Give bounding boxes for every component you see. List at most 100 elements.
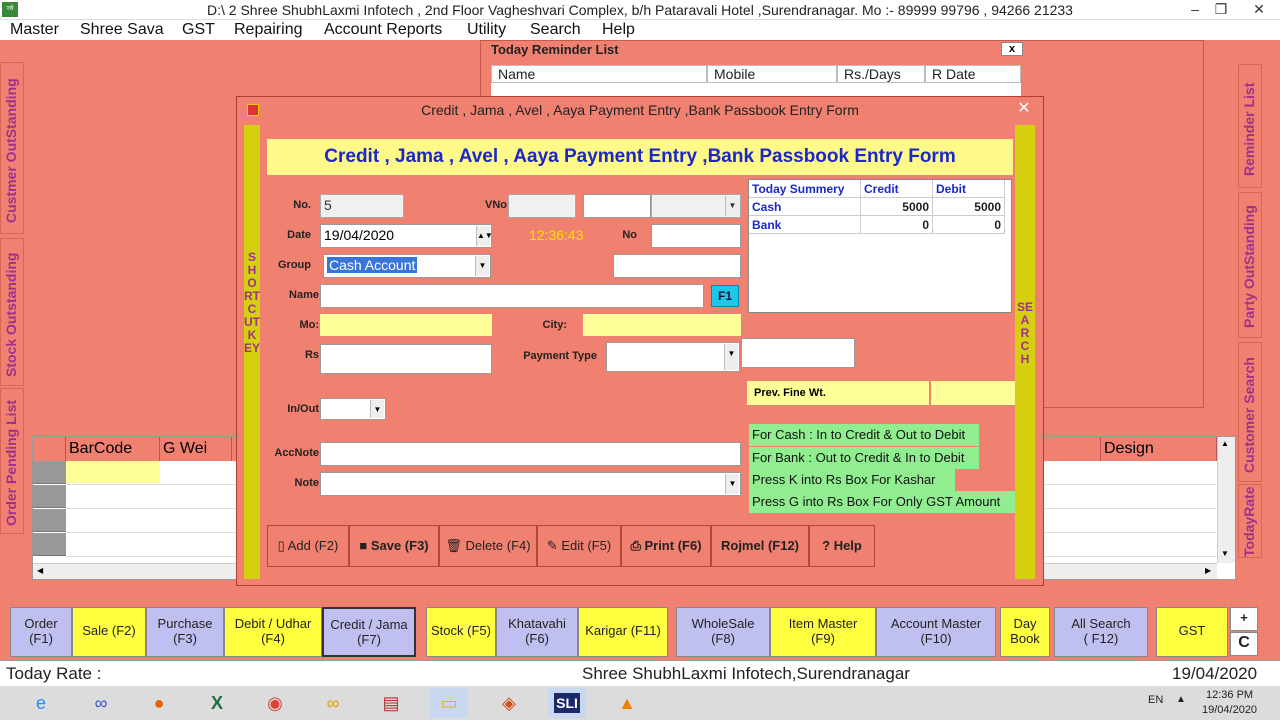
- grid-col-blank[interactable]: [1043, 437, 1101, 461]
- prev-fine-extra[interactable]: [931, 381, 1015, 405]
- payment-type-select[interactable]: ▼: [606, 342, 740, 372]
- rojmel-button[interactable]: Rojmel (F12): [711, 525, 809, 567]
- infinity-icon[interactable]: ∞: [82, 688, 120, 718]
- vno-dropdown[interactable]: ▼: [651, 194, 741, 218]
- reminder-close-button[interactable]: x: [1001, 42, 1023, 56]
- reminder-list-body[interactable]: [491, 83, 1021, 97]
- vlc-icon[interactable]: ▲: [608, 688, 646, 718]
- print-button[interactable]: ⎙ Print (F6): [621, 525, 711, 567]
- chevron-down-icon[interactable]: ▼: [724, 344, 738, 370]
- payment-extra-field[interactable]: [741, 338, 855, 368]
- help-button[interactable]: ? Help: [809, 525, 875, 567]
- khatavahi-button[interactable]: Khatavahi (F6): [496, 607, 578, 657]
- chevron-down-icon[interactable]: ▼: [725, 196, 739, 216]
- reminder-col-rdate[interactable]: R Date: [925, 65, 1021, 83]
- dialog-close-button[interactable]: ✕: [1013, 99, 1035, 119]
- scroll-right-icon[interactable]: ▶: [1205, 566, 1211, 575]
- language-indicator[interactable]: EN: [1148, 694, 1163, 706]
- tab-order-pending[interactable]: Order Pending List: [0, 388, 24, 534]
- menu-master[interactable]: Master: [10, 20, 59, 40]
- tray-date[interactable]: 19/04/2020: [1202, 704, 1257, 716]
- purchase-button[interactable]: Purchase (F3): [146, 607, 224, 657]
- menu-repairing[interactable]: Repairing: [234, 20, 302, 40]
- chrome-icon[interactable]: ◉: [256, 688, 294, 718]
- grid-col-gwei[interactable]: G Wei: [160, 437, 232, 461]
- sale-button[interactable]: Sale (F2): [72, 607, 146, 657]
- grid-selected-cell[interactable]: [66, 461, 160, 483]
- order-button[interactable]: Order (F1): [10, 607, 72, 657]
- c-button[interactable]: C: [1230, 632, 1258, 656]
- grid-row-header[interactable]: [33, 485, 66, 508]
- all-search-button[interactable]: All Search( F12): [1054, 607, 1148, 657]
- tab-customer-outstanding[interactable]: Custmer OutStanding: [0, 62, 24, 234]
- grid-row-header[interactable]: [33, 461, 66, 484]
- chevron-down-icon[interactable]: ▼: [725, 474, 739, 494]
- credit-jama-button[interactable]: Credit / Jama (F7): [322, 607, 416, 657]
- debit-udhar-button[interactable]: Debit / Udhar (F4): [224, 607, 322, 657]
- chevron-down-icon[interactable]: ▼: [475, 256, 489, 276]
- rs-field[interactable]: [320, 344, 492, 374]
- reminder-col-rsdays[interactable]: Rs./Days: [837, 65, 925, 83]
- menu-account-reports[interactable]: Account Reports: [324, 20, 442, 40]
- gst-button[interactable]: GST: [1156, 607, 1228, 657]
- account-master-button[interactable]: Account Master (F10): [876, 607, 996, 657]
- scroll-down-icon[interactable]: ▼: [1221, 549, 1229, 558]
- menu-gst[interactable]: GST: [182, 20, 215, 40]
- reminder-col-mobile[interactable]: Mobile: [707, 65, 837, 83]
- tab-stock-outstanding[interactable]: Stock Outstanding: [0, 238, 24, 386]
- folder-icon[interactable]: ▭: [430, 688, 468, 718]
- grid-row-header[interactable]: [33, 533, 66, 556]
- close-icon[interactable]: ✕: [1244, 0, 1274, 20]
- app-icon[interactable]: ∞: [314, 688, 352, 718]
- grid-vscrollbar[interactable]: ▲ ▼: [1217, 437, 1235, 563]
- grid-row-header[interactable]: [33, 509, 66, 532]
- scroll-left-icon[interactable]: ◀: [37, 566, 43, 575]
- menu-utility[interactable]: Utility: [467, 20, 506, 40]
- stock-button[interactable]: Stock (F5): [426, 607, 496, 657]
- grid-col-design[interactable]: Design: [1101, 437, 1217, 461]
- menu-search[interactable]: Search: [530, 20, 581, 40]
- tab-reminder-list[interactable]: Reminder List: [1238, 64, 1262, 188]
- group-select[interactable]: Cash Account ▼: [323, 254, 491, 278]
- delete-button[interactable]: 🗑 Delete (F4): [439, 525, 537, 567]
- vno-field[interactable]: [508, 194, 576, 218]
- restore-icon[interactable]: ❐: [1206, 0, 1236, 20]
- city-field[interactable]: [583, 314, 741, 336]
- sli-app-icon[interactable]: SLI: [548, 688, 586, 718]
- excel-icon[interactable]: X: [198, 688, 236, 718]
- wholesale-button[interactable]: WholeSale (F8): [676, 607, 770, 657]
- mobile-field[interactable]: [320, 314, 492, 336]
- prev-fine-field[interactable]: [833, 381, 929, 405]
- group-extra-field[interactable]: [613, 254, 741, 278]
- tray-time[interactable]: 12:36 PM: [1206, 689, 1253, 701]
- scroll-up-icon[interactable]: ▲: [1221, 439, 1229, 448]
- menu-shree-sava[interactable]: Shree Sava: [80, 20, 164, 40]
- tab-today-rate[interactable]: TodayRate: [1238, 484, 1262, 558]
- no-field[interactable]: 5: [320, 194, 404, 218]
- plus-button[interactable]: +: [1230, 607, 1258, 631]
- menu-help[interactable]: Help: [602, 20, 635, 40]
- no2-field[interactable]: [651, 224, 741, 248]
- accnote-field[interactable]: [320, 442, 741, 466]
- app2-icon[interactable]: ◈: [490, 688, 528, 718]
- edit-button[interactable]: ✎ Edit (F5): [537, 525, 621, 567]
- tray-chevron-icon[interactable]: ▲: [1176, 694, 1186, 705]
- date-field[interactable]: 19/04/2020 ▲▼: [320, 224, 493, 248]
- grid-col-barcode[interactable]: BarCode: [66, 437, 160, 461]
- inout-select[interactable]: ▼: [320, 398, 386, 420]
- note-field[interactable]: ▼: [320, 472, 741, 496]
- date-spinner-icon[interactable]: ▲▼: [476, 226, 493, 246]
- vno-extra-field[interactable]: [583, 194, 651, 218]
- add-button[interactable]: ▯ Add (F2): [267, 525, 349, 567]
- item-master-button[interactable]: Item Master (F9): [770, 607, 876, 657]
- tab-customer-search[interactable]: Customer Search: [1238, 342, 1262, 482]
- day-book-button[interactable]: Day Book: [1000, 607, 1050, 657]
- ie-icon[interactable]: e: [22, 688, 60, 718]
- toolbox-icon[interactable]: ▤: [372, 688, 410, 718]
- karigar-button[interactable]: Karigar (F11): [578, 607, 668, 657]
- save-button[interactable]: ■ Save (F3): [349, 525, 439, 567]
- tab-party-outstanding[interactable]: Party OutStanding: [1238, 192, 1262, 338]
- firefox-icon[interactable]: ●: [140, 688, 178, 718]
- chevron-down-icon[interactable]: ▼: [370, 400, 384, 418]
- name-field[interactable]: [320, 284, 704, 308]
